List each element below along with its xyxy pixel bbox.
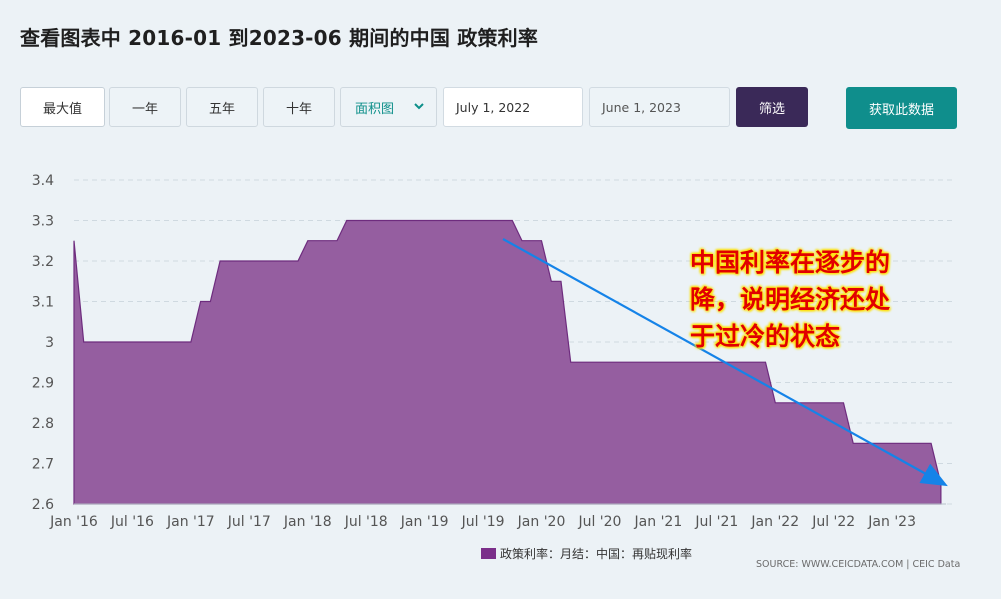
x-tick-label: Jan '16 — [49, 514, 98, 530]
y-tick-label: 3.3 — [32, 214, 54, 230]
x-tick-label: Jan '23 — [867, 514, 916, 530]
source-credit: SOURCE: WWW.CEICDATA.COM | CEIC Data — [756, 559, 961, 570]
y-tick-label: 3 — [45, 335, 54, 351]
y-tick-label: 2.7 — [32, 457, 54, 473]
x-tick-label: Jul '19 — [461, 514, 505, 530]
x-tick-label: Jul '17 — [227, 514, 271, 530]
x-tick-label: Jan '17 — [166, 514, 215, 530]
legend-label: 政策利率：月结：中国：再贴现利率 — [500, 547, 693, 561]
x-tick-label: Jul '22 — [811, 514, 855, 530]
y-tick-label: 3.2 — [32, 254, 54, 270]
y-tick-label: 2.6 — [32, 497, 54, 513]
x-tick-label: Jan '20 — [517, 514, 566, 530]
annotation-line-2: 降，说明经济还处 — [690, 285, 891, 314]
x-tick-label: Jul '21 — [694, 514, 738, 530]
x-tick-label: Jan '19 — [400, 514, 449, 530]
x-tick-label: Jul '16 — [110, 514, 154, 530]
chart-legend[interactable]: 政策利率：月结：中国：再贴现利率 — [481, 545, 692, 562]
x-tick-label: Jul '20 — [577, 514, 621, 530]
x-tick-label: Jan '21 — [634, 514, 683, 530]
legend-swatch — [481, 548, 496, 559]
x-tick-label: Jan '18 — [283, 514, 332, 530]
y-tick-label: 2.9 — [32, 376, 54, 392]
y-tick-label: 2.8 — [32, 416, 54, 432]
annotation-line-1: 中国利率在逐步的 — [690, 248, 891, 277]
x-tick-label: Jan '22 — [750, 514, 799, 530]
trend-annotation: 中国利率在逐步的 降，说明经济还处 于过冷的状态 — [690, 244, 920, 355]
y-tick-label: 3.1 — [32, 295, 54, 311]
annotation-line-3: 于过冷的状态 — [690, 322, 841, 351]
x-tick-label: Jul '18 — [344, 514, 388, 530]
y-tick-label: 3.4 — [32, 173, 54, 189]
